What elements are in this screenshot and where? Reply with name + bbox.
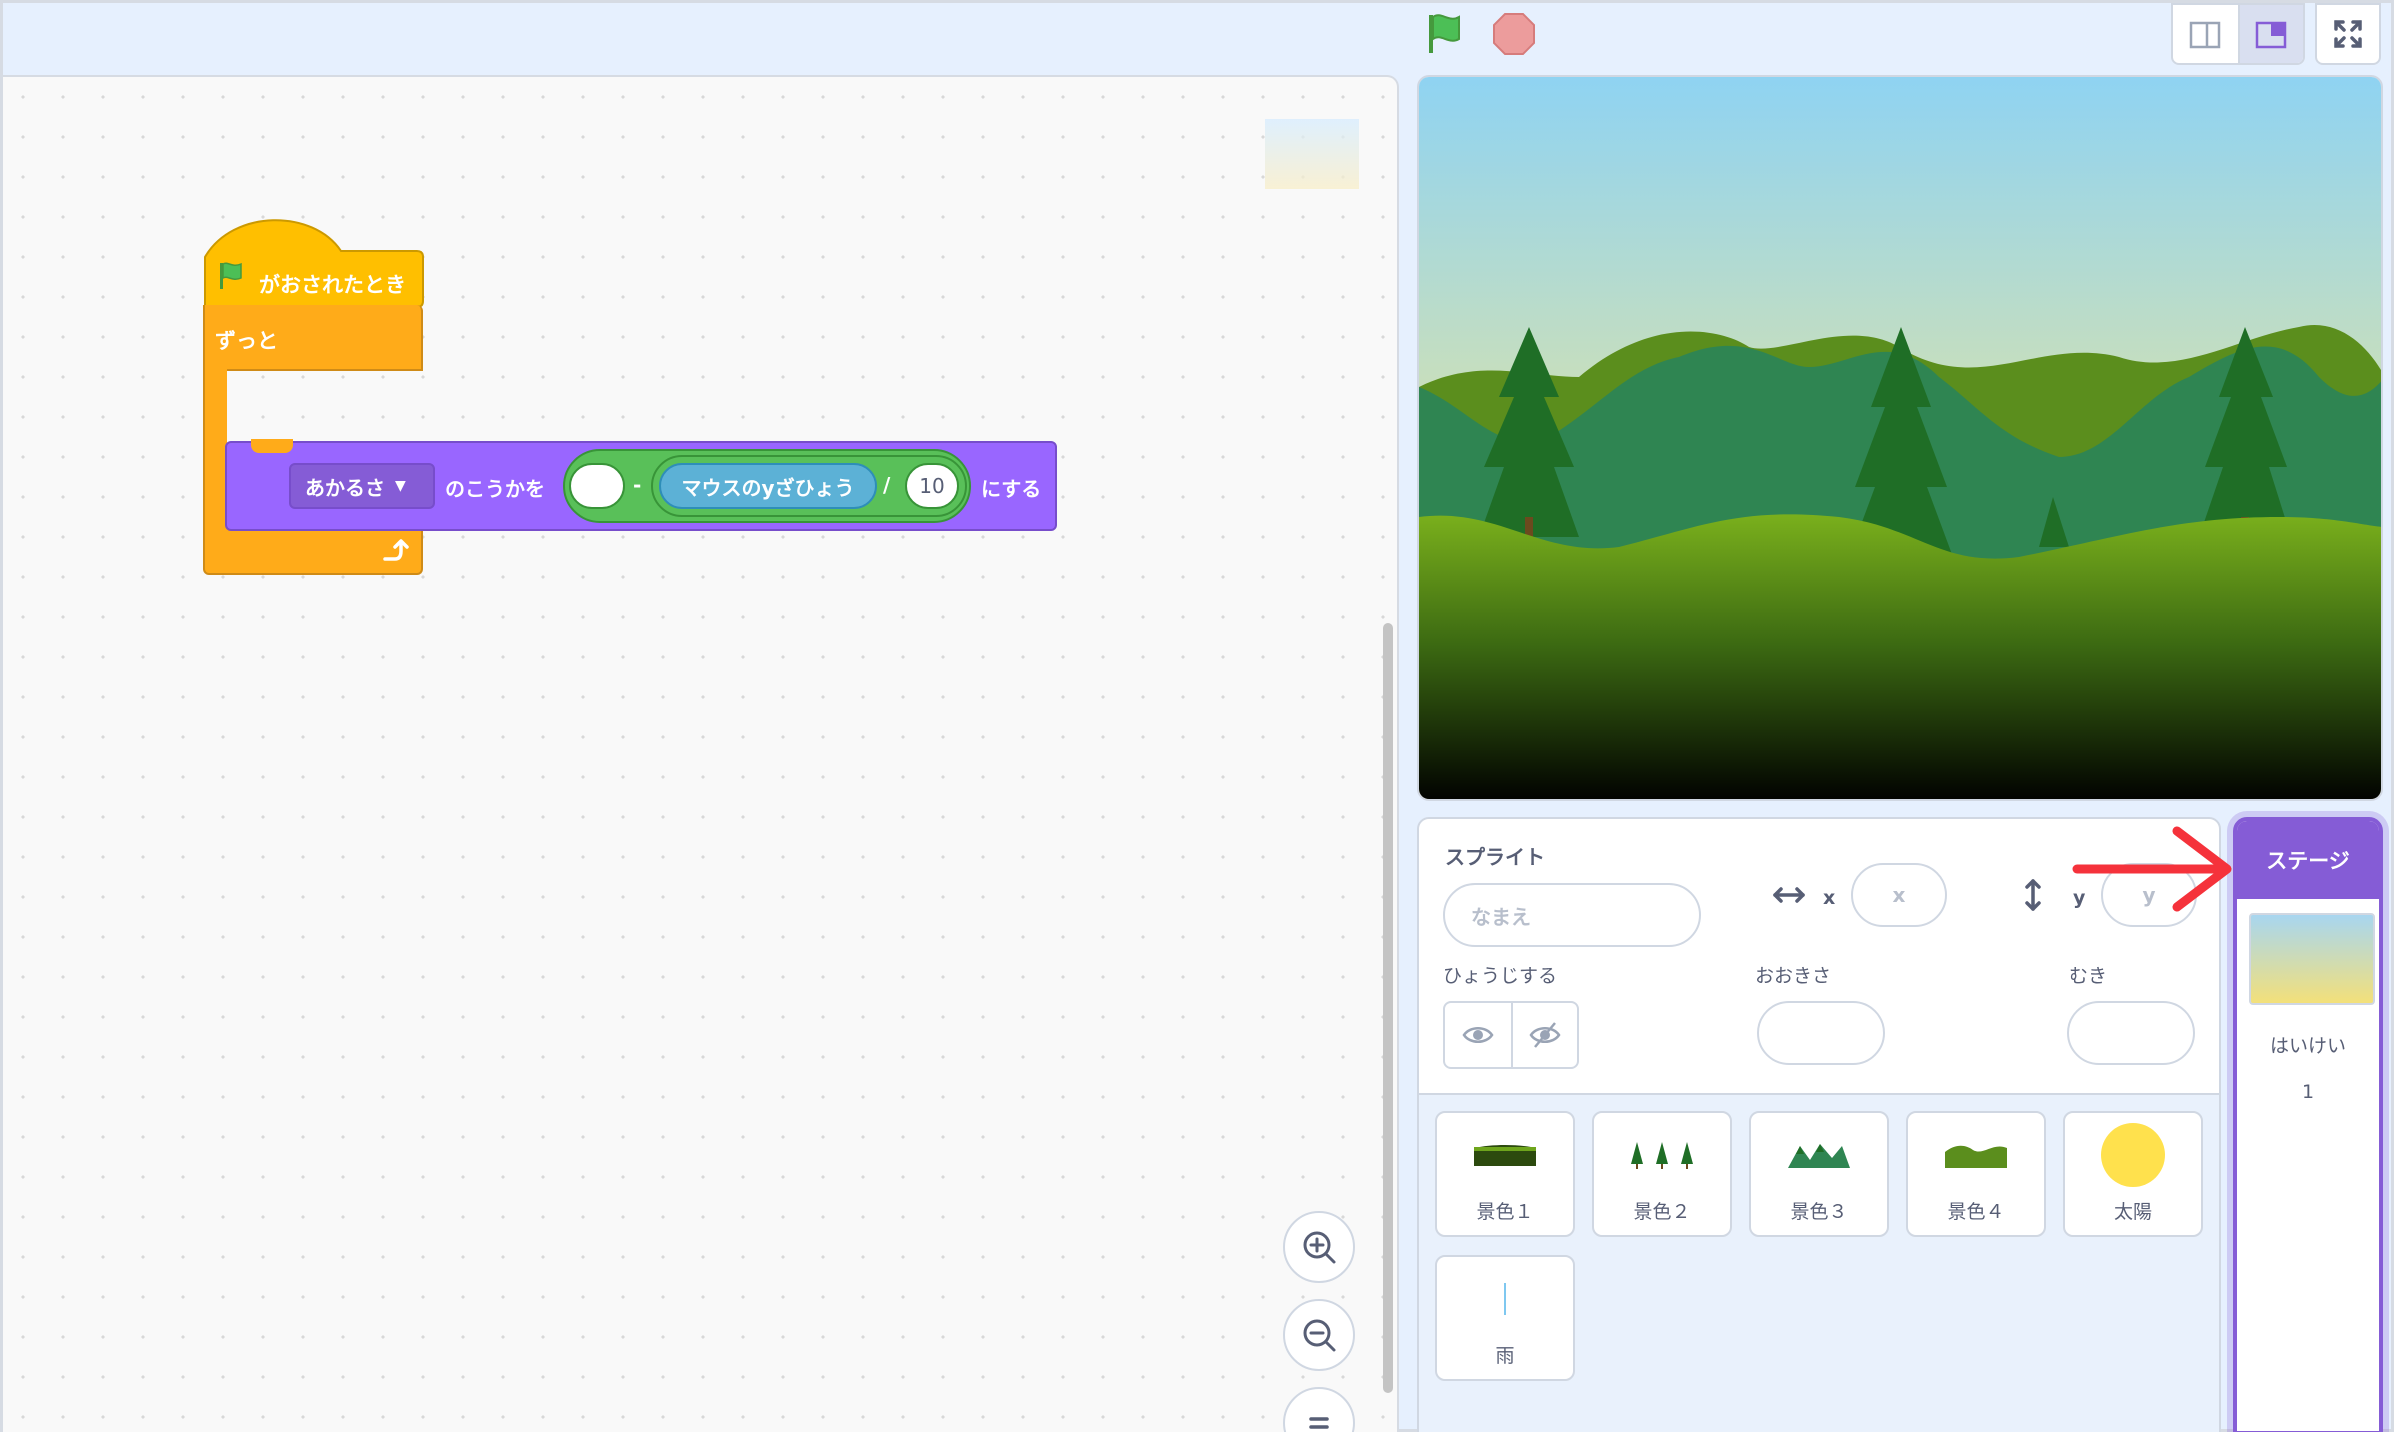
sprite-name-placeholder: なまえ xyxy=(1471,904,1531,929)
stage-mini-preview xyxy=(1265,119,1359,189)
sprite-name: 景色４ xyxy=(1947,1201,2005,1223)
sprite-list: 景色１ 景色２ 景色３ 景色４ 太陽 雨 xyxy=(1419,1093,2219,1432)
sprite-tile-sun[interactable]: 太陽 xyxy=(2063,1111,2203,1237)
forever-block-arm xyxy=(203,367,227,537)
stage-selector[interactable]: ステージ はいけい 1 xyxy=(2233,817,2383,1432)
top-bar xyxy=(3,3,2391,73)
code-workspace[interactable]: がおされたとき ずっと あかるさ ▼ のこうかを - マウスのyざひょう / 1… xyxy=(3,75,1399,1432)
block-notch xyxy=(251,439,293,453)
fullscreen-icon[interactable] xyxy=(2315,3,2381,65)
mouse-y-reporter[interactable]: マウスのyざひょう xyxy=(659,463,877,509)
when-flag-clicked-block[interactable]: がおされたとき xyxy=(203,217,425,308)
small-stage-icon[interactable] xyxy=(2173,5,2238,63)
normal-stage-icon[interactable] xyxy=(2237,5,2303,63)
sprite-name: 景色１ xyxy=(1476,1201,1534,1223)
size-field[interactable] xyxy=(1757,1001,1885,1065)
horizontal-arrows-icon xyxy=(1771,885,1807,909)
x-position-field[interactable]: x xyxy=(1851,863,1947,927)
sprite-tile-rain[interactable]: 雨 xyxy=(1435,1255,1575,1381)
annotation-arrow-icon xyxy=(2071,823,2243,913)
sprite-label: スプライト xyxy=(1445,845,1545,869)
x-label: x xyxy=(1823,887,1836,909)
hat-block-label: がおされたとき xyxy=(259,273,406,297)
sprite-tile-landscape-4[interactable]: 景色４ xyxy=(1906,1111,2046,1237)
vertical-arrows-icon xyxy=(2023,877,2043,917)
x-placeholder: x xyxy=(1892,883,1906,907)
show-label: ひょうじする xyxy=(1443,965,1558,987)
green-flag-icon[interactable] xyxy=(1423,11,1473,57)
empty-number-input[interactable] xyxy=(569,463,625,509)
loop-arrow-icon xyxy=(381,535,411,565)
size-label: おおきさ xyxy=(1755,965,1832,987)
set-effect-label: のこうかを xyxy=(445,477,545,501)
backdrop-thumbnail xyxy=(2249,913,2375,1005)
sprite-tile-landscape-2[interactable]: 景色２ xyxy=(1592,1111,1732,1237)
stop-sign-icon[interactable] xyxy=(1491,11,1537,57)
stage-canvas[interactable] xyxy=(1417,75,2383,801)
flag-icon xyxy=(217,261,247,291)
trees-icon xyxy=(1614,1127,1710,1183)
direction-field[interactable] xyxy=(2067,1001,2195,1065)
set-effect-end-label: にする xyxy=(981,477,1042,501)
eye-icon[interactable] xyxy=(1445,1003,1511,1067)
divide-sign: / xyxy=(883,473,891,497)
hills-icon xyxy=(1928,1127,2024,1183)
minus-sign: - xyxy=(633,473,642,497)
zoom-in-icon[interactable] xyxy=(1283,1211,1355,1283)
eye-hidden-icon[interactable] xyxy=(1510,1003,1577,1067)
effect-dropdown-value: あかるさ xyxy=(305,475,385,500)
divisor-input[interactable]: 10 xyxy=(905,463,959,509)
mouse-y-label: マウスのyざひょう xyxy=(681,475,855,500)
visibility-toggle xyxy=(1443,1001,1579,1069)
mountains-icon xyxy=(1771,1127,1867,1183)
sprite-name: 景色３ xyxy=(1790,1201,1848,1223)
sprite-name: 太陽 xyxy=(2113,1201,2152,1223)
effect-dropdown[interactable]: あかるさ ▼ xyxy=(289,463,435,509)
stage-header: ステージ xyxy=(2237,821,2379,899)
sun-icon xyxy=(2085,1123,2181,1187)
backdrop-count: 1 xyxy=(2301,1081,2315,1103)
stage-header-label: ステージ xyxy=(2266,849,2350,873)
zoom-reset-icon[interactable] xyxy=(1283,1387,1355,1432)
divisor-value: 10 xyxy=(919,474,945,498)
scratch-editor: がおされたとき ずっと あかるさ ▼ のこうかを - マウスのyざひょう / 1… xyxy=(0,0,2394,1432)
rain-icon xyxy=(1457,1271,1553,1327)
landscape-1-icon xyxy=(1457,1127,1553,1183)
zoom-out-icon[interactable] xyxy=(1283,1299,1355,1371)
workspace-scrollbar[interactable] xyxy=(1383,623,1393,1393)
sprite-tile-landscape-3[interactable]: 景色３ xyxy=(1749,1111,1889,1237)
sprite-name: 景色２ xyxy=(1633,1201,1691,1223)
backdrop-label: はいけい xyxy=(2269,1035,2346,1057)
sprite-tile-landscape-1[interactable]: 景色１ xyxy=(1435,1111,1575,1237)
stage-size-toggle xyxy=(2171,3,2305,65)
chevron-down-icon: ▼ xyxy=(395,478,406,494)
sprite-name-field[interactable]: なまえ xyxy=(1443,883,1701,947)
sprite-name: 雨 xyxy=(1495,1345,1515,1367)
forever-block-label: ずっと xyxy=(215,329,278,353)
direction-label: むき xyxy=(2069,965,2108,987)
